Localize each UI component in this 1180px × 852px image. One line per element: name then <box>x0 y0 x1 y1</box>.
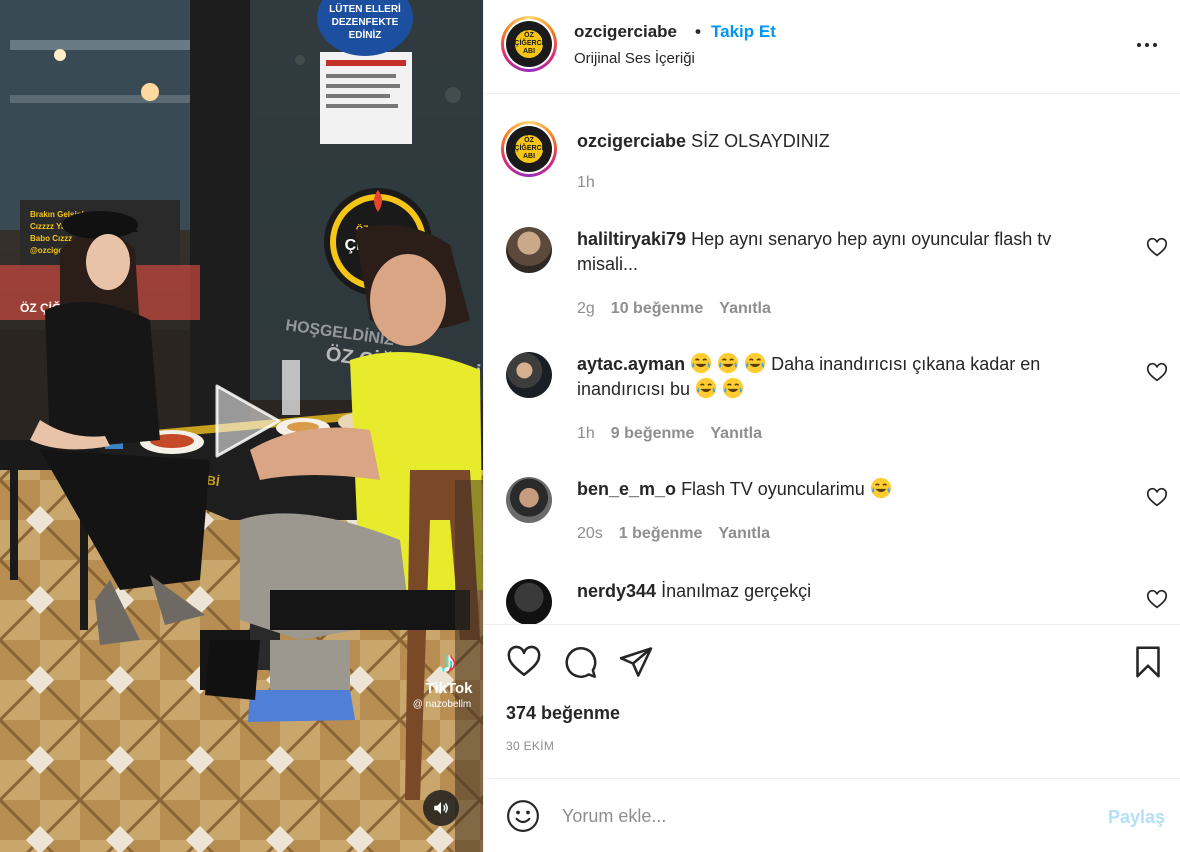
tears-of-joy-emoji-icon <box>745 352 766 374</box>
comment-time[interactable]: 2g <box>577 300 595 318</box>
comment-avatar[interactable] <box>506 579 552 624</box>
tears-of-joy-emoji-icon <box>870 477 891 499</box>
separator-dot: • <box>695 22 701 41</box>
reply-button[interactable]: Yanıtla <box>719 300 771 318</box>
tears-of-joy-emoji-icon <box>718 352 739 374</box>
svg-text:LÜTEN ELLERİ: LÜTEN ELLERİ <box>329 2 401 15</box>
comment-meta: 2g 10 beğenme Yanıtla <box>577 300 771 318</box>
more-options-button[interactable] <box>1134 32 1160 58</box>
comment-avatar[interactable] <box>506 352 552 398</box>
post-comment-button[interactable]: Paylaş <box>1108 807 1165 828</box>
comment-username[interactable]: haliltiryaki79 <box>577 229 686 249</box>
tiktok-handle: @ nazobellm <box>412 699 472 710</box>
tears-of-joy-emoji-icon <box>691 352 712 374</box>
mute-button[interactable] <box>423 790 459 826</box>
audio-label[interactable]: Orijinal Ses İçeriği <box>574 50 695 67</box>
heart-icon[interactable] <box>1146 237 1168 259</box>
comment-avatar[interactable] <box>506 477 552 523</box>
comment-username[interactable]: aytac.ayman <box>577 354 685 374</box>
action-bar <box>484 626 1180 696</box>
tiktok-brand-label: TikTok <box>425 680 473 697</box>
emoji-icon[interactable] <box>506 799 540 833</box>
comment-like-count[interactable]: 9 beğenme <box>611 425 695 443</box>
avatar-logo-text: ÖZ ÇİĞERCİ ABI <box>512 27 546 61</box>
comment-body: İnanılmaz gerçekçi <box>661 581 812 601</box>
comment-body: Flash TV oyuncularimu <box>681 479 865 499</box>
tears-of-joy-emoji-icon <box>723 377 744 399</box>
comment-like-count[interactable]: 1 beğenme <box>619 525 703 543</box>
heart-icon[interactable] <box>1146 362 1168 384</box>
reply-button[interactable]: Yanıtla <box>710 425 762 443</box>
post-date[interactable]: 30 EKİM <box>506 739 554 753</box>
speaker-icon <box>434 802 448 814</box>
tiktok-watermark: ♪ TikTok @ nazobellm <box>413 646 480 710</box>
play-icon[interactable] <box>199 376 289 466</box>
comment-meta: 20s 1 beğenme Yanıtla <box>577 525 770 543</box>
svg-text:Babo Cızzz: Babo Cızzz <box>30 234 72 243</box>
comment-like-count[interactable]: 10 beğenme <box>611 300 703 318</box>
follow-button[interactable]: Takip Et <box>711 22 776 42</box>
comment-text: ben_e_m_o Flash TV oyuncularimu <box>577 477 1117 502</box>
comment-text: nerdy344 İnanılmaz gerçekçi <box>577 579 1117 604</box>
comments-list[interactable]: ÖZ ÇİĞERCİ ABI ozcigerciabe SİZ OLSAYDIN… <box>484 95 1180 625</box>
comment-username[interactable]: ben_e_m_o <box>577 479 676 499</box>
svg-text:EDİNİZ: EDİNİZ <box>349 28 382 41</box>
caption-username[interactable]: ozcigerciabe <box>577 131 686 151</box>
comment-meta: 1h 9 beğenme Yanıtla <box>577 425 762 443</box>
heart-icon[interactable] <box>506 644 542 680</box>
comment-time[interactable]: 20s <box>577 525 603 543</box>
tiktok-logo-icon: ♪ <box>441 646 457 679</box>
add-comment-bar: Paylaş <box>484 778 1180 852</box>
post-sidebar: ÖZ ÇİĞERCİ ABI ozcigerciabe • Takip Et O… <box>483 0 1180 852</box>
caption-avatar[interactable]: ÖZ ÇİĞERCİ ABI <box>501 121 557 177</box>
post-caption: ozcigerciabe SİZ OLSAYDINIZ <box>577 131 830 152</box>
post-header: ÖZ ÇİĞERCİ ABI ozcigerciabe • Takip Et O… <box>484 0 1180 94</box>
bookmark-icon[interactable] <box>1130 644 1166 680</box>
more-dots-icon <box>1137 43 1141 47</box>
tears-of-joy-emoji-icon <box>695 377 717 399</box>
reply-button[interactable]: Yanıtla <box>718 525 770 543</box>
author-avatar[interactable]: ÖZ ÇİĞERCİ ABI <box>501 16 557 72</box>
comment-username[interactable]: nerdy344 <box>577 581 656 601</box>
video-player[interactable]: LÜTEN ELLERİ DEZENFEKTE EDİNİZ ÖZ ÇİĞERC… <box>0 0 483 852</box>
heart-icon[interactable] <box>1146 487 1168 509</box>
author-username[interactable]: ozcigerciabe <box>574 22 677 42</box>
comment-input[interactable] <box>562 801 1082 831</box>
comment-icon[interactable] <box>562 644 598 680</box>
caption-text: SİZ OLSAYDINIZ <box>691 131 830 151</box>
like-count[interactable]: 374 beğenme <box>506 703 620 724</box>
heart-icon[interactable] <box>1146 589 1168 611</box>
comment-text: aytac.ayman Daha inandırıcısı çıkana kad… <box>577 352 1117 402</box>
comment-avatar[interactable] <box>506 227 552 273</box>
comment-text: haliltiryaki79 Hep aynı senaryo hep aynı… <box>577 227 1117 277</box>
comment-time[interactable]: 1h <box>577 425 595 443</box>
svg-text:DEZENFEKTE: DEZENFEKTE <box>332 17 399 28</box>
send-icon[interactable] <box>618 644 654 680</box>
caption-time[interactable]: 1h <box>577 174 595 192</box>
